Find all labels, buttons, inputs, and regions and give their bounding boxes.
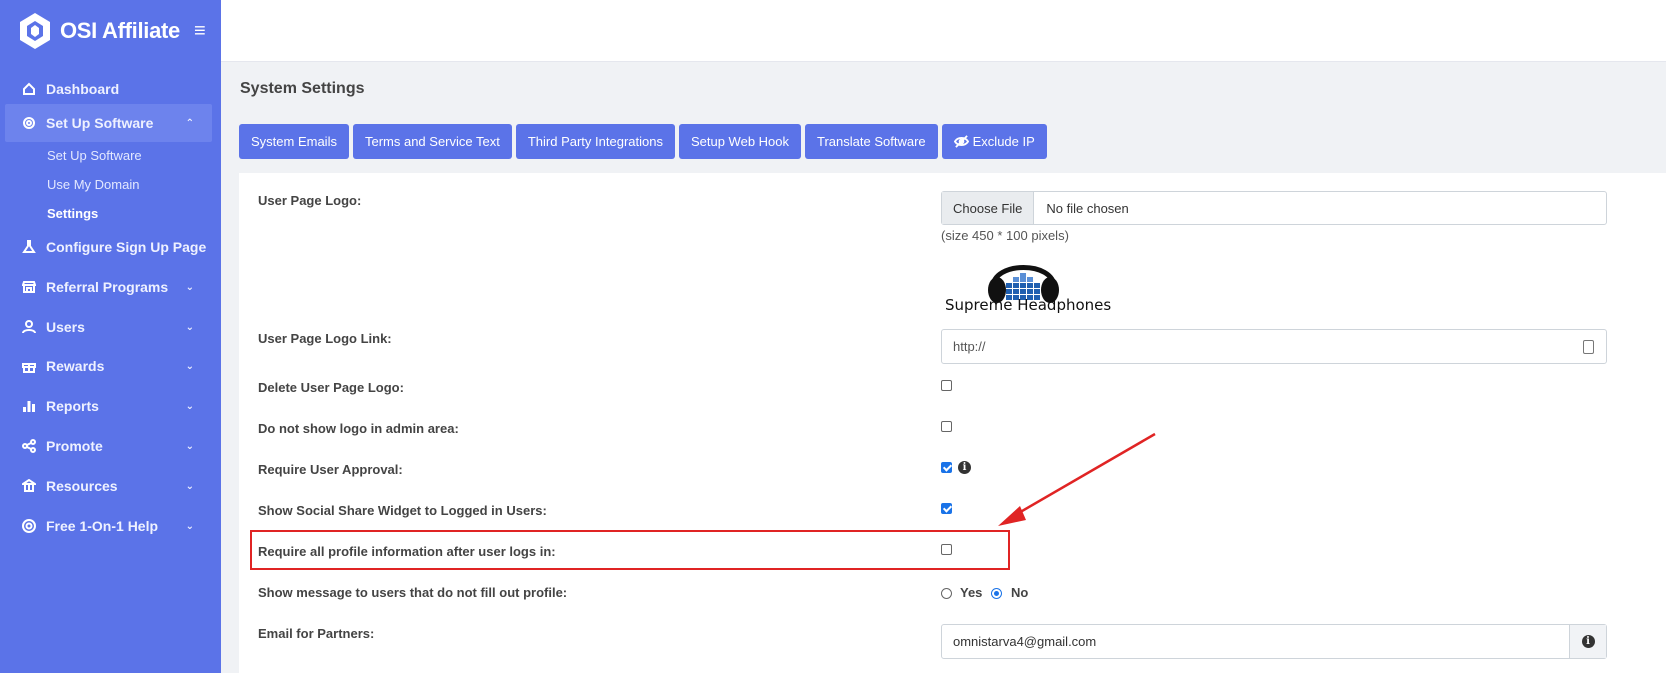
file-status: No file chosen: [1046, 200, 1129, 216]
sidebar-item-resources[interactable]: Resources ⌄: [5, 467, 212, 505]
lifebuoy-icon: [22, 519, 36, 533]
no-logo-admin-label: Do not show logo in admin area:: [258, 421, 459, 436]
require-approval-checkbox[interactable]: [941, 462, 952, 473]
delete-logo-label: Delete User Page Logo:: [258, 380, 404, 395]
brand: OSI Affiliate ≡: [18, 12, 206, 50]
sidebar-item-configure-sign-up-page[interactable]: Configure Sign Up Page: [5, 228, 212, 266]
email-partners-label: Email for Partners:: [258, 626, 375, 641]
gear-icon: [22, 116, 36, 130]
info-icon[interactable]: i: [958, 461, 971, 474]
chevron-down-icon: ⌄: [185, 360, 194, 372]
chevron-down-icon: ⌄: [185, 440, 194, 452]
social-share-checkbox[interactable]: [941, 503, 952, 514]
gift-icon: [22, 359, 36, 373]
choose-file-button[interactable]: Choose File: [942, 192, 1035, 224]
chevron-down-icon: ⌄: [185, 321, 194, 333]
tab-setup-web-hook[interactable]: Setup Web Hook: [678, 124, 802, 159]
info-icon[interactable]: i: [1581, 635, 1595, 648]
sidebar-item-dashboard[interactable]: Dashboard: [5, 70, 212, 108]
sidebar-item-label: Rewards: [46, 358, 105, 374]
tab-terms-and-service-text[interactable]: Terms and Service Text: [352, 124, 512, 159]
email-value: omnistarva4@gmail.com: [953, 634, 1097, 649]
tab-translate-software[interactable]: Translate Software: [805, 124, 938, 159]
sidebar-item-label: Referral Programs: [46, 279, 169, 295]
brand-logo-icon: [20, 13, 50, 49]
sidebar-item-label: Users: [46, 319, 85, 335]
sidebar: OSI Affiliate ≡ Dashboard Set Up Softwar…: [0, 0, 221, 673]
sidebar-item-reports[interactable]: Reports ⌄: [5, 387, 212, 425]
sidebar-item-label: Resources: [46, 478, 118, 494]
logo-link-value: http://: [953, 339, 986, 354]
email-info-addon: i: [1569, 625, 1606, 658]
sidebar-item-referral-programs[interactable]: Referral Programs ⌄: [5, 268, 212, 306]
bank-icon: [22, 479, 36, 493]
require-approval-label: Require User Approval:: [258, 462, 403, 477]
logo-caption: Supreme Headphones: [945, 296, 1112, 314]
sidebar-item-label: Dashboard: [46, 81, 120, 97]
settings-tabs: System Emails Terms and Service Text Thi…: [239, 124, 1051, 159]
tab-third-party-integrations[interactable]: Third Party Integrations: [515, 124, 675, 159]
annotation-arrow: [998, 432, 1156, 526]
user-page-logo-label: User Page Logo:: [258, 193, 362, 208]
top-header: [221, 0, 1666, 62]
chevron-down-icon: ⌄: [185, 520, 194, 532]
flask-icon: [22, 240, 36, 254]
sidebar-subitem-settings[interactable]: Settings: [47, 206, 98, 221]
eye-slash-icon: [953, 135, 969, 148]
chevron-down-icon: ⌄: [185, 281, 194, 293]
social-share-label: Show Social Share Widget to Logged in Us…: [258, 503, 547, 518]
show-message-yes-radio[interactable]: [941, 588, 952, 599]
tab-exclude-ip[interactable]: Exclude IP: [941, 124, 1047, 159]
sidebar-item-label: Free 1-On-1 Help: [46, 518, 159, 534]
sidebar-item-label: Configure Sign Up Page: [46, 239, 207, 255]
tab-label: Exclude IP: [972, 134, 1035, 149]
no-logo-admin-checkbox[interactable]: [941, 421, 952, 432]
home-icon: [22, 82, 36, 96]
logo-file-input[interactable]: Choose File No file chosen: [941, 191, 1607, 225]
show-message-no-radio[interactable]: [991, 588, 1002, 599]
sidebar-subitem-use-my-domain[interactable]: Use My Domain: [47, 177, 139, 192]
chevron-down-icon: ⌄: [185, 400, 194, 412]
logo-link-input[interactable]: http://: [941, 329, 1607, 364]
delete-logo-checkbox[interactable]: [941, 380, 952, 391]
show-message-yes-label: Yes: [960, 585, 983, 600]
sidebar-subitem-set-up-software[interactable]: Set Up Software: [47, 148, 142, 163]
show-message-no-label: No: [1011, 585, 1029, 600]
sidebar-item-label: Reports: [46, 398, 99, 414]
share-icon: [22, 439, 36, 453]
brand-name: OSI Affiliate: [60, 18, 180, 43]
tab-system-emails[interactable]: System Emails: [239, 124, 349, 159]
user-icon: [22, 320, 36, 334]
hamburger-icon[interactable]: ≡: [194, 20, 206, 43]
sidebar-item-set-up-software[interactable]: Set Up Software ⌃: [5, 104, 212, 142]
sidebar-item-rewards[interactable]: Rewards ⌄: [5, 347, 212, 385]
show-message-label: Show message to users that do not fill o…: [258, 585, 568, 600]
chevron-down-icon: ⌄: [185, 480, 194, 492]
chevron-up-icon: ⌃: [185, 117, 194, 129]
logo-link-label: User Page Logo Link:: [258, 331, 392, 346]
logo-size-hint: (size 450 * 100 pixels): [941, 228, 1069, 243]
page-title: System Settings: [240, 80, 365, 97]
autofill-icon: [1583, 340, 1594, 354]
annotation-highlight-box: [250, 530, 1010, 570]
sidebar-item-free-help[interactable]: Free 1-On-1 Help ⌄: [5, 507, 212, 545]
bar-chart-icon: [22, 399, 36, 413]
sidebar-item-users[interactable]: Users ⌄: [5, 308, 212, 346]
sidebar-item-label: Promote: [46, 438, 103, 454]
sidebar-item-label: Set Up Software: [46, 115, 154, 131]
store-icon: [22, 280, 36, 294]
email-partners-input[interactable]: omnistarva4@gmail.com i: [941, 624, 1607, 659]
sidebar-item-promote[interactable]: Promote ⌄: [5, 427, 212, 465]
